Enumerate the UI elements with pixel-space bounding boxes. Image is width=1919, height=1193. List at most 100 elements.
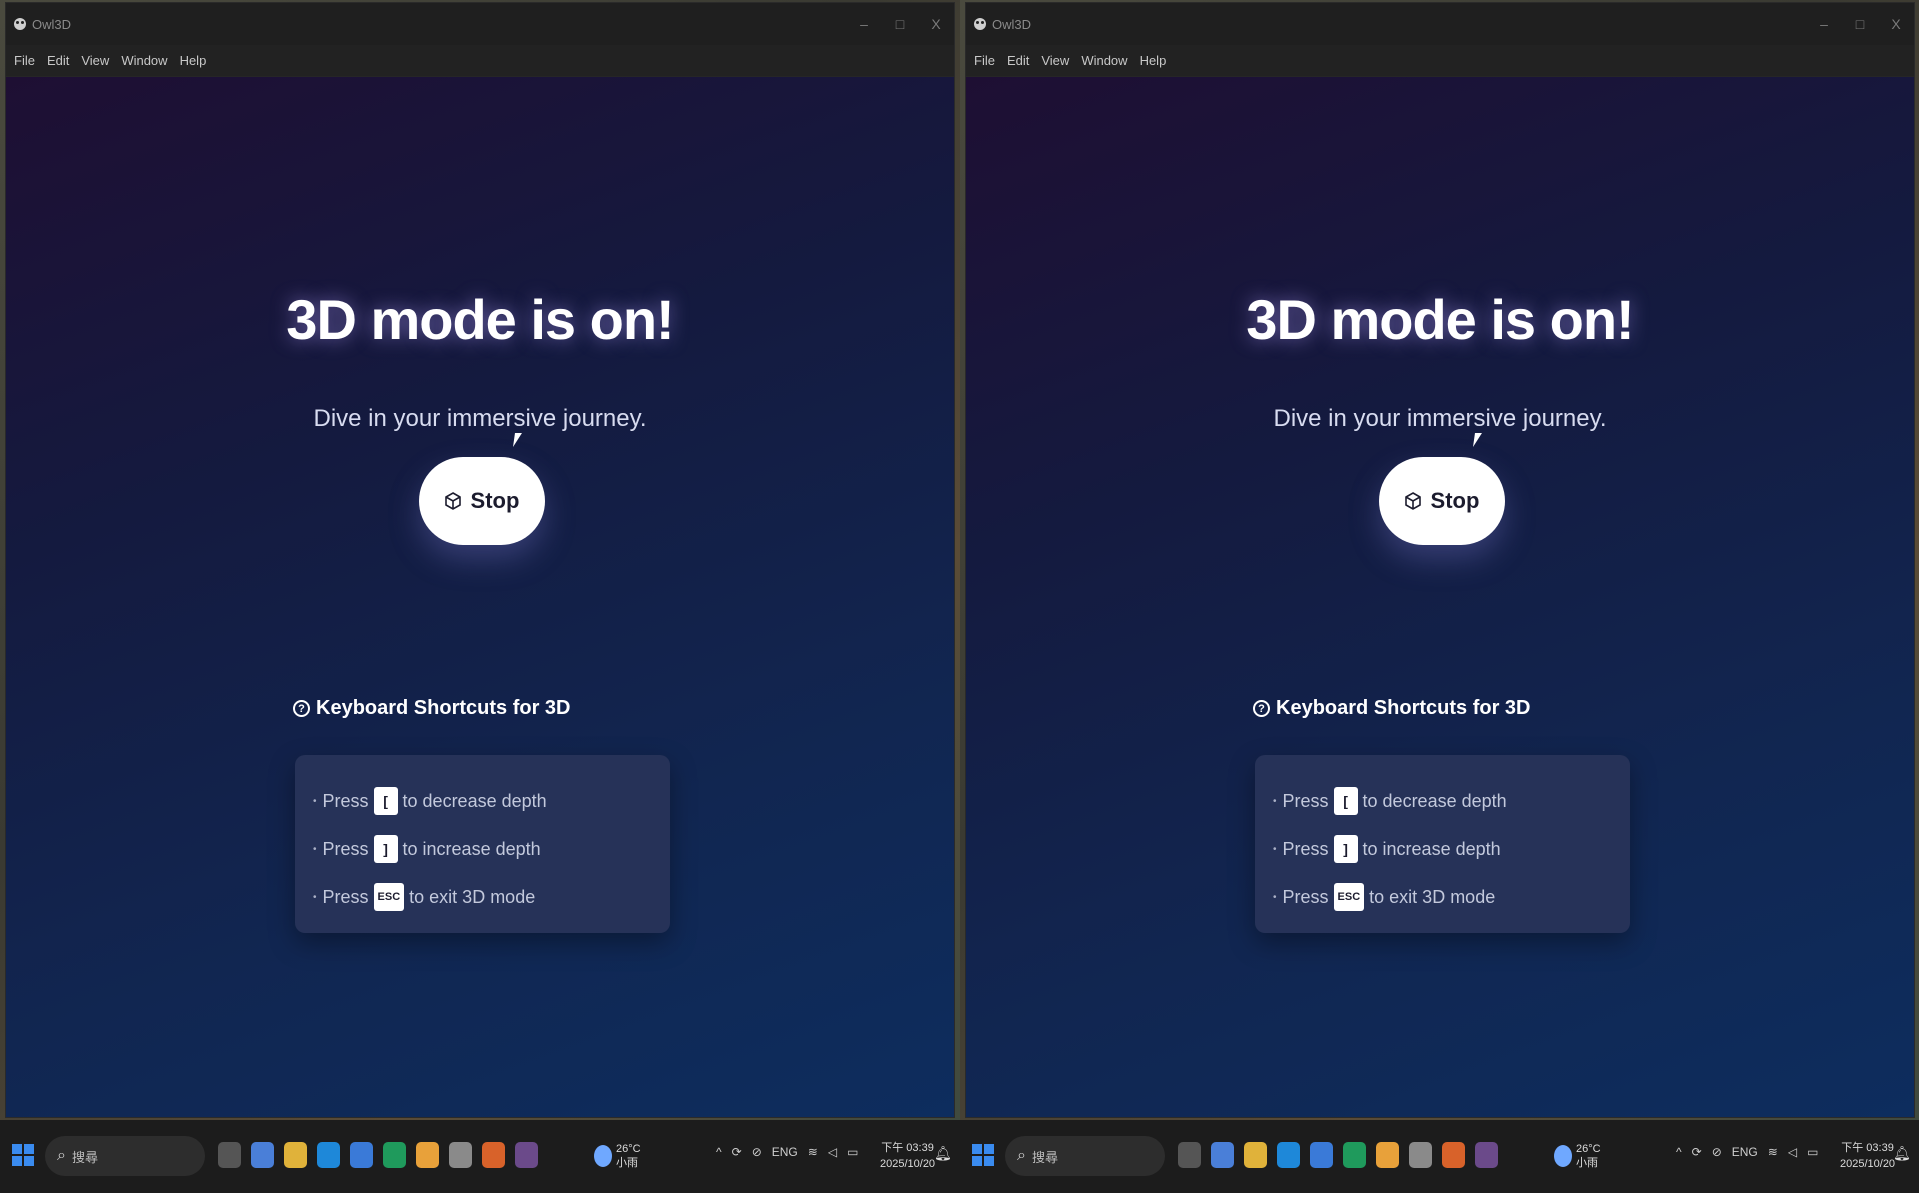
shortcut-row: • Press ] to increase depth bbox=[313, 825, 670, 873]
minimize-button[interactable]: – bbox=[846, 3, 882, 45]
shortcut-row: • Press ] to increase depth bbox=[1273, 825, 1630, 873]
shortcut-prefix: Press bbox=[322, 790, 369, 811]
stop-button[interactable]: Stop bbox=[1379, 457, 1505, 545]
page-subtitle: Dive in your immersive journey. bbox=[313, 405, 647, 432]
app-window: Owl3D – □ X File Edit View Window Help 3… bbox=[965, 2, 1915, 1118]
menu-help[interactable]: Help bbox=[176, 51, 211, 70]
bullet-icon: • bbox=[313, 795, 317, 807]
owl3d-icon[interactable] bbox=[515, 1142, 538, 1168]
shortcut-desc: to increase depth bbox=[1362, 838, 1501, 859]
bullet-icon: • bbox=[1273, 891, 1277, 903]
volume-icon[interactable]: ◁ bbox=[1788, 1145, 1797, 1159]
folder-icon[interactable] bbox=[1244, 1142, 1267, 1168]
title-bar[interactable]: Owl3D – □ X bbox=[6, 3, 954, 45]
battery-icon[interactable]: ▭ bbox=[847, 1145, 858, 1159]
key-badge: ] bbox=[373, 835, 398, 863]
wifi-icon[interactable]: ≋ bbox=[1768, 1145, 1778, 1159]
bullet-icon: • bbox=[1273, 843, 1277, 855]
menu-window[interactable]: Window bbox=[1077, 51, 1131, 70]
taskbar-search[interactable]: ⌕ 搜尋 bbox=[45, 1136, 205, 1176]
copilot-icon[interactable] bbox=[251, 1142, 274, 1168]
file-explorer-icon[interactable] bbox=[218, 1142, 241, 1168]
app-window: Owl3D – □ X File Edit View Window Help 3… bbox=[5, 2, 955, 1118]
notification-bell-icon[interactable]: 🔔︎ bbox=[934, 1145, 952, 1162]
store-icon[interactable] bbox=[350, 1142, 373, 1168]
close-button[interactable]: X bbox=[918, 3, 954, 45]
office-icon[interactable] bbox=[1442, 1142, 1465, 1168]
shortcuts-heading: ? Keyboard Shortcuts for 3D bbox=[1253, 697, 1530, 720]
weather-desc: 小雨 bbox=[616, 1157, 638, 1169]
windows-start-icon[interactable] bbox=[972, 1144, 994, 1166]
store-icon[interactable] bbox=[1310, 1142, 1333, 1168]
menu-edit[interactable]: Edit bbox=[43, 51, 73, 70]
taskbar-clock[interactable]: 下午 03:39 2025/10/20 bbox=[880, 1140, 935, 1172]
sync-icon[interactable]: ⟳ bbox=[732, 1145, 742, 1159]
folder-icon[interactable] bbox=[284, 1142, 307, 1168]
weather-icon bbox=[594, 1145, 612, 1167]
shortcuts-title-text: Keyboard Shortcuts for 3D bbox=[1276, 697, 1531, 719]
notepad-icon[interactable] bbox=[1409, 1142, 1432, 1168]
shortcut-prefix: Press bbox=[322, 886, 369, 907]
key-badge: ] bbox=[1333, 835, 1358, 863]
battery-icon[interactable]: ▭ bbox=[1807, 1145, 1818, 1159]
shortcuts-card: • Press [ to decrease depth • Press ] to… bbox=[1255, 755, 1630, 933]
chrome-icon[interactable] bbox=[416, 1142, 439, 1168]
taskbar-search[interactable]: ⌕ 搜尋 bbox=[1005, 1136, 1165, 1176]
menu-view[interactable]: View bbox=[77, 51, 113, 70]
shortcut-prefix: Press bbox=[1282, 886, 1329, 907]
shortcuts-title-text: Keyboard Shortcuts for 3D bbox=[316, 697, 571, 719]
search-placeholder: 搜尋 bbox=[1031, 1149, 1058, 1165]
menu-file[interactable]: File bbox=[10, 51, 39, 70]
system-tray: ^ ⟳ ⊘ ENG ≋ ◁ ▭ bbox=[716, 1145, 858, 1159]
app-green-icon[interactable] bbox=[383, 1142, 406, 1168]
windows-start-icon[interactable] bbox=[12, 1144, 34, 1166]
notification-bell-icon[interactable]: 🔔︎ bbox=[1893, 1145, 1911, 1162]
menu-edit[interactable]: Edit bbox=[1003, 51, 1033, 70]
menu-view[interactable]: View bbox=[1037, 51, 1073, 70]
tray-chevron-icon[interactable]: ^ bbox=[1676, 1145, 1682, 1159]
weather-widget[interactable]: 26°C 小雨 bbox=[1554, 1142, 1601, 1170]
taskbar-clock[interactable]: 下午 03:39 2025/10/20 bbox=[1840, 1140, 1895, 1172]
desktop-left: Owl3D – □ X File Edit View Window Help 3… bbox=[0, 0, 960, 1193]
stop-button[interactable]: Stop bbox=[419, 457, 545, 545]
volume-icon[interactable]: ◁ bbox=[828, 1145, 837, 1159]
edge-icon[interactable] bbox=[317, 1142, 340, 1168]
bullet-icon: • bbox=[313, 843, 317, 855]
owl3d-icon[interactable] bbox=[1475, 1142, 1498, 1168]
language-indicator[interactable]: ENG bbox=[772, 1145, 798, 1159]
maximize-button[interactable]: □ bbox=[882, 3, 918, 45]
edge-icon[interactable] bbox=[1277, 1142, 1300, 1168]
maximize-button[interactable]: □ bbox=[1842, 3, 1878, 45]
chrome-icon[interactable] bbox=[1376, 1142, 1399, 1168]
menu-bar: File Edit View Window Help bbox=[6, 45, 954, 77]
sync-icon[interactable]: ⟳ bbox=[1692, 1145, 1702, 1159]
help-icon: ? bbox=[293, 700, 310, 717]
owl-app-icon bbox=[14, 18, 26, 30]
menu-file[interactable]: File bbox=[970, 51, 999, 70]
window-title: Owl3D bbox=[992, 16, 1032, 32]
mute-icon[interactable]: ⊘ bbox=[752, 1145, 762, 1159]
minimize-button[interactable]: – bbox=[1806, 3, 1842, 45]
language-indicator[interactable]: ENG bbox=[1732, 1145, 1758, 1159]
main-content: 3D mode is on! Dive in your immersive jo… bbox=[966, 77, 1914, 1117]
copilot-icon[interactable] bbox=[1211, 1142, 1234, 1168]
office-icon[interactable] bbox=[482, 1142, 505, 1168]
mouse-cursor-icon bbox=[1473, 433, 1482, 447]
clock-date: 2025/10/20 bbox=[880, 1158, 936, 1170]
weather-widget[interactable]: 26°C 小雨 bbox=[594, 1142, 641, 1170]
shortcut-prefix: Press bbox=[322, 838, 369, 859]
notepad-icon[interactable] bbox=[449, 1142, 472, 1168]
shortcut-prefix: Press bbox=[1282, 838, 1329, 859]
clock-date: 2025/10/20 bbox=[1840, 1158, 1896, 1170]
app-green-icon[interactable] bbox=[1343, 1142, 1366, 1168]
menu-window[interactable]: Window bbox=[117, 51, 171, 70]
title-bar[interactable]: Owl3D – □ X bbox=[966, 3, 1914, 45]
bullet-icon: • bbox=[313, 891, 317, 903]
wifi-icon[interactable]: ≋ bbox=[808, 1145, 818, 1159]
file-explorer-icon[interactable] bbox=[1178, 1142, 1201, 1168]
mute-icon[interactable]: ⊘ bbox=[1712, 1145, 1722, 1159]
menu-help[interactable]: Help bbox=[1136, 51, 1171, 70]
close-button[interactable]: X bbox=[1878, 3, 1914, 45]
taskbar-apps bbox=[1178, 1142, 1498, 1168]
tray-chevron-icon[interactable]: ^ bbox=[716, 1145, 722, 1159]
